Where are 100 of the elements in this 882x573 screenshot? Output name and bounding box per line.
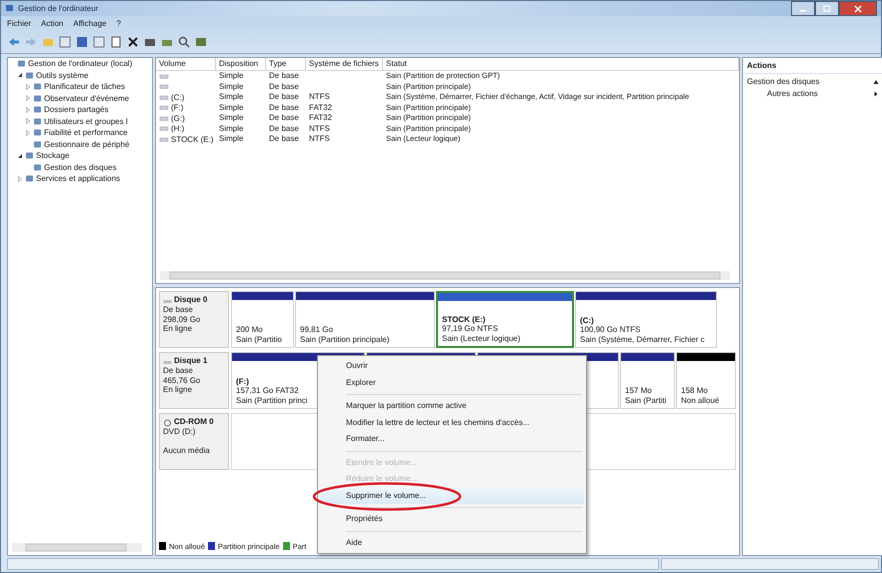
table-cell-text: Simple <box>218 134 244 144</box>
partition[interactable]: 200 Mo Sain (Partitio <box>231 291 294 348</box>
tree-node-icon <box>33 116 42 126</box>
panel-link[interactable]: Gestion des disques <box>747 77 820 86</box>
menu-item[interactable]: Aide <box>320 534 584 551</box>
disk-info[interactable]: Disque 1 De base 465,76 Go En ligne <box>159 352 229 409</box>
actions-title: Actions <box>743 58 882 74</box>
table-cell-text: De base <box>268 124 300 134</box>
window-title: Gestion de l'ordinateur <box>18 4 98 13</box>
menu-item[interactable]: ? <box>116 19 121 28</box>
tree-node-icon <box>33 128 42 138</box>
close-button[interactable] <box>839 1 877 16</box>
table-cell-text: De base <box>268 134 300 144</box>
menu-item[interactable]: Supprimer le volume... <box>320 488 584 504</box>
table-cell-text: NTFS <box>308 134 331 144</box>
panel-icon[interactable] <box>58 35 72 49</box>
tree-node-icon <box>25 70 34 80</box>
partition[interactable]: (C:) 100,90 Go NTFS Sain (Système, Démarrer, Fichier c <box>575 291 717 348</box>
tree-node-icon <box>33 105 42 114</box>
disk-info[interactable]: Disque 0 De base 298,09 Go En ligne <box>159 291 229 348</box>
tree-item[interactable]: Observateur d'événeme <box>44 94 130 103</box>
scrollbar[interactable] <box>160 271 730 280</box>
partition[interactable]: 157 Mo Sain (Partiti <box>620 352 675 409</box>
table-cell-text: FAT32 <box>308 113 333 124</box>
tree-item[interactable]: Dossiers partagés <box>44 105 108 114</box>
table-cell-text: NTFS <box>308 124 331 134</box>
table-cell: (H:) <box>171 124 184 134</box>
table-cell: (F:) <box>171 103 184 112</box>
tree-node-icon <box>33 82 42 92</box>
partition[interactable]: 158 Mo Non alloué <box>676 352 736 409</box>
tree-node-icon <box>33 94 42 103</box>
panel-icon[interactable] <box>92 35 106 49</box>
scrollbar[interactable] <box>12 543 142 552</box>
table-cell-text: Simple <box>218 92 244 102</box>
panel-link[interactable]: Autres actions <box>767 89 818 98</box>
tree-item[interactable]: Services et applications <box>36 174 120 184</box>
maximize-button[interactable] <box>815 1 839 16</box>
tree-item[interactable]: Gestion des disques <box>44 162 116 172</box>
tree-item[interactable]: Gestionnaire de périphé <box>44 140 130 149</box>
tree-node-icon <box>25 174 34 184</box>
close-icon <box>854 4 862 12</box>
tree-node-icon <box>25 151 34 160</box>
tree-node-icon <box>33 140 42 149</box>
menu-item[interactable]: Fichier <box>7 19 32 28</box>
search-icon[interactable] <box>177 35 191 49</box>
table-cell-text: Simple <box>218 124 244 134</box>
collapse-arrow-icon[interactable] <box>873 78 879 84</box>
table-cell: STOCK (E:) <box>171 134 214 144</box>
disk-detail: Aucun média <box>163 446 211 456</box>
maximize-icon <box>823 5 831 12</box>
disk-detail: 465,76 Go <box>163 376 202 385</box>
column-header[interactable]: Type <box>266 58 306 70</box>
disk-info[interactable]: CD-ROM 0 DVD (D:) Aucun média <box>159 413 229 470</box>
tree-item[interactable]: Outils système <box>36 70 88 80</box>
expanded-arrow-icon[interactable] <box>17 72 23 78</box>
table-cell-text: Simple <box>218 71 244 82</box>
menu-item[interactable]: Action <box>41 19 64 28</box>
disk-detail: 298,09 Go <box>163 314 202 324</box>
table-cell-text: Simple <box>218 102 244 113</box>
disk-name: Disque 0 <box>174 295 208 305</box>
tree-item[interactable]: Stockage <box>36 151 70 160</box>
column-header[interactable]: Statut <box>383 58 739 70</box>
disk-detail: En ligne <box>163 324 193 334</box>
disk-name: Disque 1 <box>174 356 208 366</box>
disk-detail: De base <box>163 305 194 314</box>
partition[interactable]: 99,81 Go Sain (Partition principale) <box>295 291 435 348</box>
delete-icon[interactable] <box>126 35 140 49</box>
column-header[interactable]: Disposition <box>216 58 266 70</box>
collapsed-arrow-icon[interactable] <box>25 130 31 136</box>
disk-detail: En ligne <box>163 385 193 394</box>
collapsed-arrow-icon[interactable] <box>25 106 31 113</box>
collapsed-arrow-icon[interactable] <box>25 95 31 102</box>
menu-item[interactable]: Modifier la lettre de lecteur et les chemins d'accès... <box>320 414 584 431</box>
menu-item[interactable]: Propriétés <box>320 511 584 528</box>
table-cell-text: De base <box>268 82 300 92</box>
column-header[interactable]: Volume <box>156 58 216 70</box>
disk-detail: De base <box>163 366 194 376</box>
collapsed-arrow-icon[interactable] <box>25 84 31 90</box>
collapsed-arrow-icon[interactable] <box>25 118 31 124</box>
expanded-arrow-icon[interactable] <box>17 152 23 159</box>
tree-item[interactable]: Planificateur de tâches <box>44 82 125 92</box>
tree-item[interactable]: Fiabilité et performance <box>44 128 128 138</box>
column-header[interactable]: Système de fichiers <box>306 58 383 70</box>
document-icon[interactable] <box>109 35 123 49</box>
collapsed-arrow-icon[interactable] <box>17 176 23 182</box>
back-icon[interactable] <box>7 35 21 49</box>
table-cell-text: NTFS <box>308 92 331 102</box>
submenu-arrow-icon[interactable] <box>873 90 879 96</box>
table-cell-text: De base <box>268 102 300 113</box>
partition[interactable]: STOCK (E:) 97,19 Go NTFS Sain (Lecteur logique) <box>436 291 574 348</box>
minimize-button[interactable] <box>791 1 815 16</box>
tree-item[interactable]: Utilisateurs et groupes l <box>44 116 128 126</box>
table-cell: (C:) <box>171 92 184 102</box>
tree-item[interactable]: Gestion de l'ordinateur (local) <box>28 59 132 68</box>
menu-item[interactable]: Formater... <box>320 431 584 448</box>
table-cell-text: De base <box>268 71 300 82</box>
app-icon <box>5 4 14 13</box>
menu-item[interactable]: Affichage <box>73 19 106 28</box>
table-cell-text: De base <box>268 92 300 102</box>
table-cell-text: FAT32 <box>308 102 333 113</box>
